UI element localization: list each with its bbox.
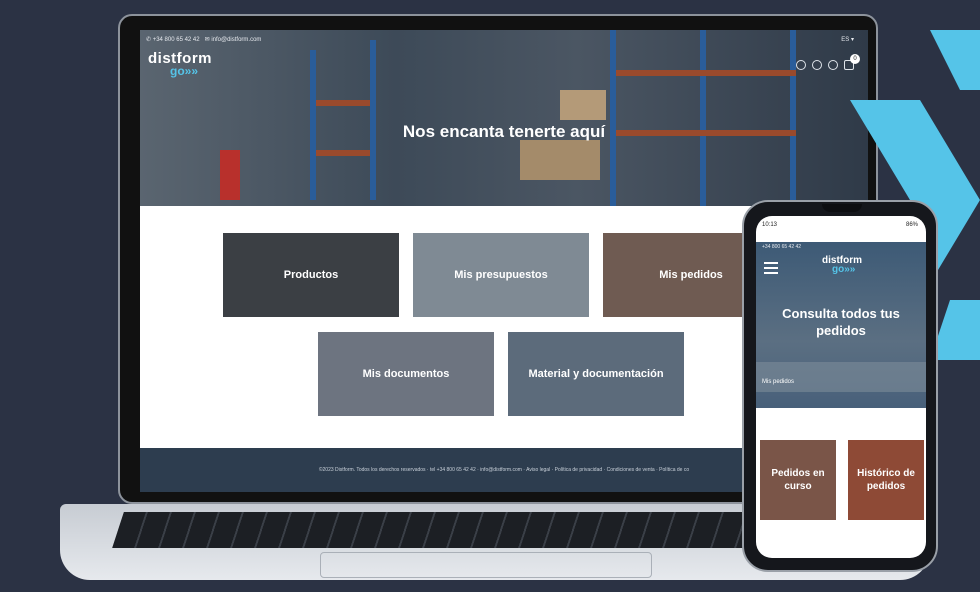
keyboard xyxy=(112,512,774,548)
status-bar: 10:13 xyxy=(762,222,778,228)
user-icon[interactable] xyxy=(812,60,822,70)
tile-productos[interactable]: Productos xyxy=(223,233,399,317)
mail-icon: ✉ xyxy=(204,37,210,43)
phone-topbar: +34 800 65 42 42 xyxy=(762,244,802,250)
tile-pedidos-en-curso[interactable]: Pedidos en curso xyxy=(760,440,836,520)
email-link[interactable]: info@distform.com xyxy=(211,37,261,43)
phone-icon: ✆ xyxy=(146,37,152,43)
tile-historico-pedidos[interactable]: Histórico de pedidos xyxy=(848,440,924,520)
tile-material-documentacion[interactable]: Material y documentación xyxy=(508,332,684,416)
phone-number[interactable]: +34 800 65 42 42 xyxy=(153,37,200,43)
hero-title: Nos encanta tenerte aquí xyxy=(402,122,606,141)
hero-banner xyxy=(140,30,868,206)
phone-hero-title: Consulta todos tus pedidos xyxy=(782,306,900,338)
hamburger-menu-icon[interactable] xyxy=(764,262,778,277)
tile-mis-documentos[interactable]: Mis documentos xyxy=(318,332,494,416)
topbar-contact: ✆ +34 800 65 42 42 ✉ info@distform.com xyxy=(146,36,261,43)
search-icon[interactable] xyxy=(796,60,806,70)
phone-notch xyxy=(822,204,862,212)
logo[interactable]: distform go»» xyxy=(148,51,212,78)
tile-mis-presupuestos[interactable]: Mis presupuestos xyxy=(413,233,589,317)
battery-status: 86% xyxy=(905,222,918,228)
logo-subtext: go»» xyxy=(170,63,199,78)
phone-logo[interactable]: distform go»» xyxy=(822,256,862,275)
phone-screen: 10:13 86% +34 800 65 42 42 distform go»»… xyxy=(756,216,926,558)
breadcrumb[interactable]: Mis pedidos xyxy=(762,379,794,385)
trackpad xyxy=(320,552,652,578)
